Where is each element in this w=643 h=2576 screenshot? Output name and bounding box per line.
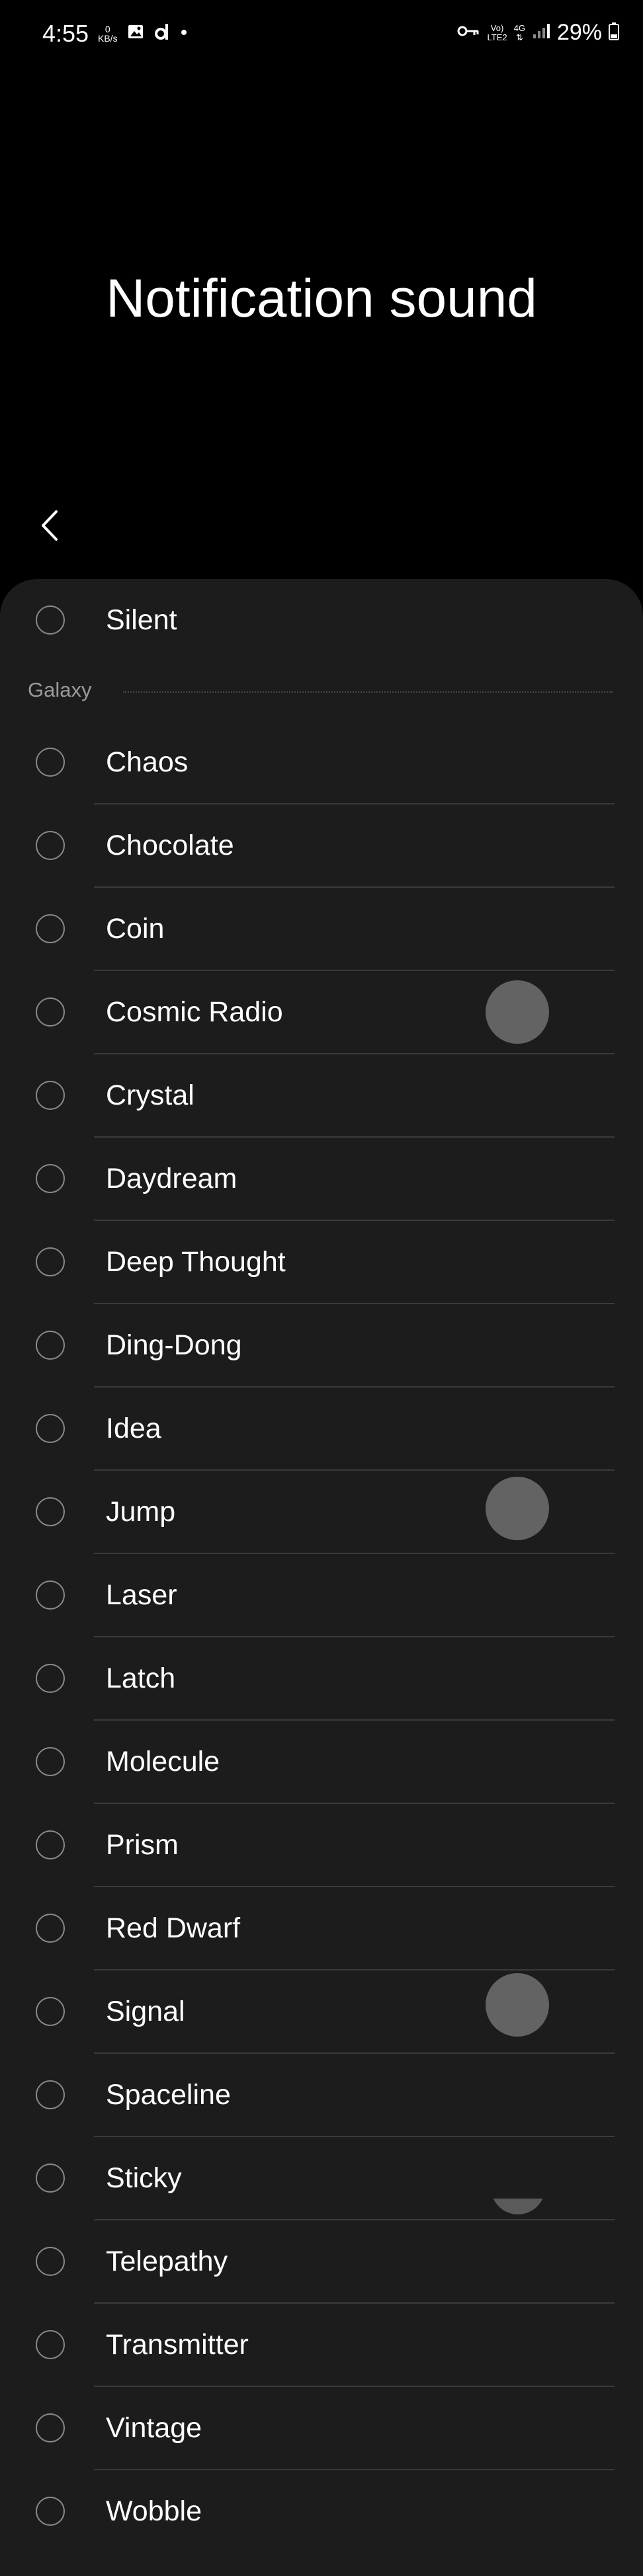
back-button[interactable] — [26, 504, 73, 550]
list-item[interactable]: Transmitter — [0, 2304, 643, 2387]
radio-button[interactable] — [36, 2497, 65, 2526]
status-right-icons: Vo) LTE2 4G ⇅ 29% — [456, 20, 619, 46]
chevron-left-icon — [40, 509, 60, 545]
list-item-label: Sticky — [106, 2162, 182, 2194]
battery-icon — [609, 22, 619, 44]
list-item-label: Signal — [106, 1996, 185, 2027]
radio-button[interactable] — [36, 997, 65, 1027]
list-item[interactable]: Ding-Dong — [0, 1304, 643, 1387]
list-item[interactable]: Molecule — [0, 1721, 643, 1804]
radio-button[interactable] — [36, 1331, 65, 1360]
touch-indicator — [486, 980, 549, 1044]
data-arrows-icon: ⇅ — [515, 32, 523, 42]
list-item[interactable]: Idea — [0, 1387, 643, 1471]
signal-icon — [532, 22, 550, 43]
list-item-silent[interactable]: Silent — [0, 579, 643, 662]
list-item-label: Chaos — [106, 746, 189, 778]
list-item[interactable]: Wobble — [0, 2470, 643, 2554]
net-speed-unit: KB/s — [98, 32, 118, 44]
list-item[interactable]: Chocolate — [0, 804, 643, 888]
radio-button[interactable] — [36, 2413, 65, 2442]
list-item-label: Wobble — [106, 2495, 202, 2527]
list-item[interactable]: Coin — [0, 888, 643, 971]
list-item-label: Crystal — [106, 1079, 194, 1111]
list-item[interactable]: Prism — [0, 1804, 643, 1887]
list-item[interactable]: Vintage — [0, 2387, 643, 2470]
list-item-label: Prism — [106, 1829, 179, 1861]
list-item[interactable]: Deep Thought — [0, 1221, 643, 1304]
network-4g-label: 4G — [513, 22, 525, 33]
radio-button[interactable] — [36, 1664, 65, 1693]
radio-button[interactable] — [36, 1164, 65, 1193]
radio-button[interactable] — [36, 1247, 65, 1276]
list-item-label: Laser — [106, 1579, 177, 1611]
list-item-label: Chocolate — [106, 830, 234, 861]
touch-indicator — [486, 1973, 549, 2037]
list-item-label: Vintage — [106, 2412, 202, 2444]
list-item-label: Telepathy — [106, 2245, 228, 2277]
radio-button[interactable] — [36, 2330, 65, 2359]
radio-button[interactable] — [36, 748, 65, 777]
radio-button[interactable] — [36, 1830, 65, 1859]
list-item-label: Spaceline — [106, 2079, 231, 2111]
list-item[interactable]: Crystal — [0, 1054, 643, 1138]
list-item-label: Molecule — [106, 1746, 220, 1777]
touch-indicator — [486, 1477, 549, 1540]
lte-label: LTE2 — [487, 32, 507, 42]
net-speed-indicator: 0 KB/s — [98, 24, 118, 43]
section-divider — [123, 691, 613, 693]
data-indicator: 4G ⇅ — [513, 22, 525, 42]
radio-button[interactable] — [36, 914, 65, 943]
net-speed-value: 0 — [105, 23, 110, 34]
list-item-label: Latch — [106, 1662, 176, 1694]
list-item-label: Red Dwarf — [106, 1912, 241, 1944]
list-item[interactable]: Latch — [0, 1637, 643, 1721]
dot-icon — [180, 28, 188, 40]
app-d-icon — [153, 22, 171, 44]
list-item-label: Coin — [106, 913, 165, 945]
radio-button[interactable] — [36, 1497, 65, 1526]
list-item[interactable]: Sticky — [0, 2137, 643, 2220]
list-item[interactable]: Red Dwarf — [0, 1887, 643, 1971]
list-item-label: Jump — [106, 1496, 176, 1528]
radio-button[interactable] — [36, 2080, 65, 2109]
radio-button[interactable] — [36, 605, 65, 635]
radio-button[interactable] — [36, 2247, 65, 2276]
radio-button[interactable] — [36, 2164, 65, 2193]
volte-label: Vo) — [490, 22, 504, 33]
volte-indicator: Vo) LTE2 — [487, 22, 507, 42]
list-item[interactable]: Spaceline — [0, 2054, 643, 2137]
list-item-label: Transmitter — [106, 2329, 249, 2361]
touch-indicator — [491, 2199, 545, 2214]
status-bar: 4:55 0 KB/s Vo) LTE2 4G ⇅ 29% — [0, 0, 643, 73]
list-item-label: Silent — [106, 604, 177, 636]
list-item-label: Daydream — [106, 1163, 237, 1194]
radio-button[interactable] — [36, 1914, 65, 1943]
list-item-label: Ding-Dong — [106, 1329, 242, 1361]
list-item-label: Cosmic Radio — [106, 996, 283, 1028]
list-item-label: Idea — [106, 1413, 161, 1444]
list-item[interactable]: Telepathy — [0, 2220, 643, 2304]
vpn-key-icon — [456, 23, 480, 42]
radio-button[interactable] — [36, 1414, 65, 1443]
battery-percent: 29% — [556, 20, 602, 45]
list-item-label: Deep Thought — [106, 1246, 286, 1278]
page-title: Notification sound — [106, 268, 537, 329]
list-item[interactable]: Daydream — [0, 1138, 643, 1221]
list-item[interactable]: Laser — [0, 1554, 643, 1637]
section-header-galaxy: Galaxy — [0, 673, 643, 713]
section-title: Galaxy — [28, 678, 92, 701]
radio-button[interactable] — [36, 1081, 65, 1110]
list-item[interactable]: Chaos — [0, 721, 643, 804]
radio-button[interactable] — [36, 1747, 65, 1776]
image-icon — [127, 23, 144, 44]
radio-button[interactable] — [36, 831, 65, 860]
status-time: 4:55 — [42, 20, 89, 47]
radio-button[interactable] — [36, 1581, 65, 1610]
radio-button[interactable] — [36, 1997, 65, 2026]
status-left-icons: 0 KB/s — [98, 22, 188, 44]
